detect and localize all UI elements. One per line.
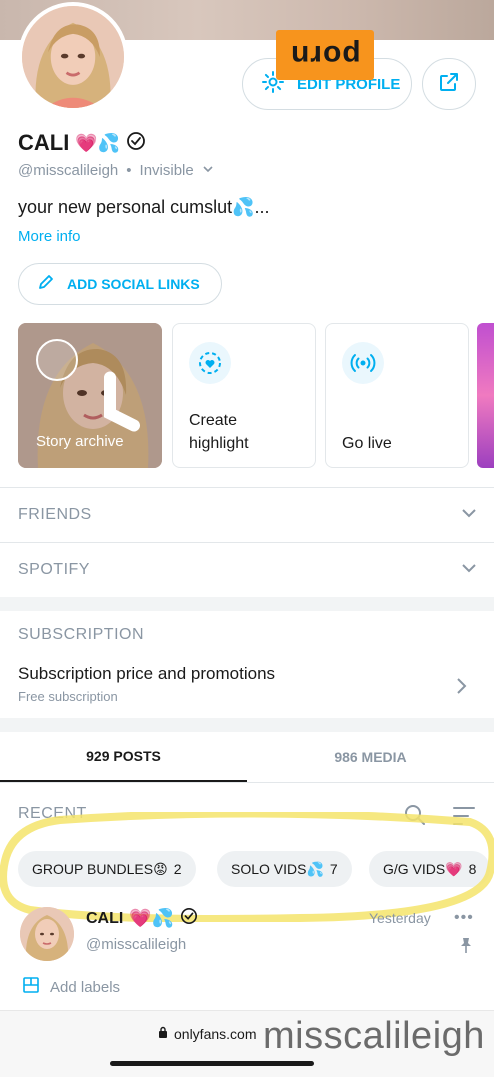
profile-bio: your new personal cumslut💦...: [18, 197, 270, 217]
post-author-row: CALI 💗💦: [86, 907, 198, 930]
profile-name-emojis: 💗💦: [75, 132, 121, 153]
chevron-right-icon[interactable]: [455, 676, 469, 701]
add-social-links-button[interactable]: ADD SOCIAL LINKS: [18, 263, 222, 305]
status-dropdown[interactable]: Invisible: [140, 162, 194, 179]
story-archive-label: Story archive: [36, 433, 124, 450]
create-highlight-card[interactable]: Create highlight: [172, 323, 316, 468]
creator-watermark: misscalileigh: [263, 1015, 485, 1057]
create-highlight-line1: Create: [189, 412, 238, 429]
profile-handle: @misscalileigh: [18, 162, 119, 179]
broadcast-icon: [342, 342, 384, 384]
post-timestamp: Yesterday: [369, 910, 431, 926]
profile-name-row: CALI 💗💦: [18, 130, 146, 156]
lock-icon: [158, 1026, 168, 1042]
pin-icon: [458, 936, 474, 959]
label-icon: [22, 976, 40, 998]
profile-name: CALI: [18, 130, 70, 155]
chevron-down-icon[interactable]: [202, 162, 214, 179]
home-indicator[interactable]: [110, 1061, 314, 1066]
story-archive-card[interactable]: Story archive: [18, 323, 162, 468]
tab-media[interactable]: 986 MEDIA: [247, 732, 494, 782]
more-options-icon[interactable]: •••: [454, 909, 474, 927]
pencil-icon: [37, 273, 55, 296]
subscription-title: SUBSCRIPTION: [18, 626, 145, 643]
verified-icon: [126, 131, 146, 156]
chevron-down-icon: [460, 559, 478, 582]
post-author-emojis: 💗💦: [129, 908, 175, 928]
tab-posts[interactable]: 929 POSTS: [0, 732, 247, 782]
spotify-title: SPOTIFY: [18, 561, 90, 578]
create-highlight-line2: highlight: [189, 435, 249, 452]
profile-handle-row: @misscalileigh • Invisible: [18, 162, 214, 179]
friends-section[interactable]: FRIENDS: [18, 488, 478, 542]
spotify-section[interactable]: SPOTIFY: [18, 543, 478, 597]
add-labels-label: Add labels: [50, 978, 121, 996]
chip-group-bundles[interactable]: GROUP BUNDLES😡 2: [18, 851, 196, 887]
chip-count: 2: [173, 861, 182, 877]
add-labels-button[interactable]: Add labels: [22, 976, 120, 998]
go-live-card[interactable]: Go live: [325, 323, 469, 468]
post-author-name: CALI: [86, 909, 124, 927]
post-author-handle: @misscalileigh: [86, 936, 187, 953]
chevron-down-icon: [460, 504, 478, 527]
highlight-card-partial[interactable]: [477, 323, 494, 468]
go-live-label: Go live: [342, 435, 392, 452]
share-icon: [437, 70, 461, 99]
subscription-status: Free subscription: [18, 689, 118, 704]
browser-url[interactable]: onlyfans.com: [158, 1026, 256, 1042]
friends-title: FRIENDS: [18, 506, 92, 523]
chip-count: 8: [468, 861, 477, 877]
chip-solo-vids[interactable]: SOLO VIDS💦 7: [217, 851, 352, 887]
search-icon[interactable]: [403, 803, 427, 832]
more-info-link[interactable]: More info: [18, 228, 81, 245]
separator-dot: •: [126, 162, 132, 179]
chip-label: GROUP BUNDLES😡: [32, 860, 168, 877]
clock-icon: [36, 339, 140, 432]
sort-icon[interactable]: [452, 805, 476, 832]
divider: [0, 782, 494, 783]
recent-title: RECENT: [18, 805, 87, 822]
browser-url-text: onlyfans.com: [174, 1026, 257, 1042]
section-gap: [0, 597, 494, 611]
site-watermark: porn: [276, 30, 374, 80]
section-gap: [0, 718, 494, 732]
share-button[interactable]: [422, 58, 476, 110]
chip-label: SOLO VIDS💦: [231, 860, 324, 877]
heart-highlight-icon: [189, 342, 231, 384]
chip-label: G/G VIDS💗: [383, 860, 463, 877]
post-author-avatar[interactable]: [20, 907, 74, 961]
profile-avatar[interactable]: [18, 2, 128, 112]
subscription-price-link[interactable]: Subscription price and promotions: [18, 664, 275, 684]
site-watermark-text: porn: [289, 39, 361, 72]
add-social-links-label: ADD SOCIAL LINKS: [67, 276, 200, 292]
verified-icon: [180, 907, 198, 930]
status-label: Invisible: [139, 162, 194, 179]
chip-count: 7: [329, 861, 338, 877]
chip-gg-vids[interactable]: G/G VIDS💗 8: [369, 851, 491, 887]
